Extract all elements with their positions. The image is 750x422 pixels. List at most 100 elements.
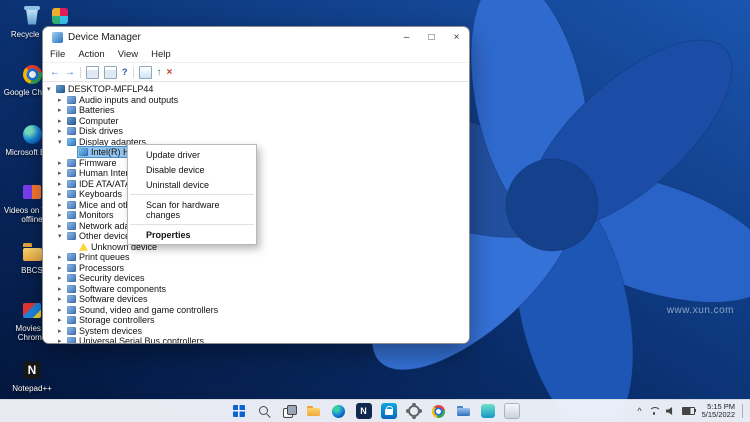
tree-item[interactable]: Universal Serial Bus controllers xyxy=(43,336,469,343)
back-button[interactable]: ← xyxy=(50,67,60,78)
menu-item[interactable]: View xyxy=(118,49,138,60)
tray-overflow-chevron[interactable]: ^ xyxy=(637,407,641,416)
menu-item[interactable]: Action xyxy=(78,49,104,60)
chevron-icon[interactable] xyxy=(58,96,66,104)
chevron-icon[interactable] xyxy=(58,264,66,272)
menu-item[interactable]: Help xyxy=(151,49,171,60)
desktop-icon[interactable]: Notepad++ xyxy=(0,358,64,393)
update-driver-button[interactable]: ↑ xyxy=(157,67,162,78)
show-desktop-button[interactable] xyxy=(742,404,745,418)
context-menu-item[interactable]: Update driver xyxy=(128,147,256,162)
settings[interactable] xyxy=(406,403,422,419)
watermark: www.xun.com xyxy=(666,305,734,316)
tree-item[interactable]: Storage controllers xyxy=(43,315,469,326)
microsoft-store[interactable] xyxy=(380,403,397,419)
window-titlebar[interactable]: Device Manager – □ × xyxy=(43,27,469,47)
chevron-icon[interactable] xyxy=(58,201,66,209)
chevron-icon[interactable] xyxy=(58,190,66,198)
chevron-icon[interactable] xyxy=(58,327,66,335)
minimize-button[interactable]: – xyxy=(394,27,419,47)
tree-item[interactable]: Security devices xyxy=(43,273,469,284)
context-menu-item[interactable]: Properties xyxy=(128,227,256,242)
device-category-icon xyxy=(67,253,76,262)
tree-item[interactable]: Print queues xyxy=(43,252,469,263)
scan-hardware-button[interactable] xyxy=(138,65,152,79)
wifi-icon[interactable] xyxy=(648,407,661,415)
context-menu-item[interactable] xyxy=(130,224,254,225)
clock[interactable]: 5:15 PM 5/15/2022 xyxy=(702,402,735,420)
tree-item[interactable]: Software components xyxy=(43,284,469,295)
start-button[interactable] xyxy=(231,403,247,419)
chevron-icon[interactable] xyxy=(58,253,66,261)
tree-item[interactable]: DESKTOP-MFFLP44 xyxy=(43,84,469,95)
chevron-icon[interactable] xyxy=(58,306,66,314)
tree-item[interactable]: Disk drives xyxy=(43,126,469,137)
desktop-icon-art xyxy=(20,62,44,86)
console-tree-button[interactable] xyxy=(86,65,99,79)
tree-item[interactable]: Audio inputs and outputs xyxy=(43,95,469,106)
forward-button[interactable]: → xyxy=(65,67,75,78)
device-category-icon xyxy=(67,200,76,209)
tree-item[interactable]: Processors xyxy=(43,263,469,274)
device-category-icon xyxy=(67,116,76,125)
device-manager-window: Device Manager – □ × File Action View He… xyxy=(42,26,470,344)
properties-toolbar-button[interactable] xyxy=(104,65,117,79)
chevron-icon[interactable] xyxy=(58,117,66,125)
chevron-icon[interactable] xyxy=(58,274,66,282)
tree-item-label: Storage controllers xyxy=(79,315,155,326)
device-category-icon xyxy=(67,169,76,178)
chevron-icon[interactable] xyxy=(58,285,66,293)
tree-item-label: Computer xyxy=(79,115,119,126)
chevron-icon[interactable] xyxy=(58,169,66,177)
tree-item[interactable]: Software devices xyxy=(43,294,469,305)
context-menu-item[interactable]: Scan for hardware changes xyxy=(128,197,256,222)
chevron-icon[interactable] xyxy=(58,159,66,167)
google-chrome[interactable] xyxy=(431,403,447,419)
file-explorer[interactable] xyxy=(306,403,322,419)
task-view-button[interactable] xyxy=(281,403,297,419)
chevron-icon[interactable] xyxy=(58,180,66,188)
chevron-icon[interactable] xyxy=(58,138,66,146)
maximize-button[interactable]: □ xyxy=(419,27,444,47)
chevron-icon[interactable] xyxy=(58,106,66,114)
device-category-icon xyxy=(67,284,76,293)
device-category-icon xyxy=(67,295,76,304)
tree-item[interactable]: System devices xyxy=(43,326,469,337)
tree-item[interactable]: Sound, video and game controllers xyxy=(43,305,469,316)
tree-item-label: Keyboards xyxy=(79,189,123,200)
context-menu-item[interactable] xyxy=(130,194,254,195)
uninstall-device-button[interactable]: × xyxy=(167,67,173,78)
context-menu-item[interactable]: Uninstall device xyxy=(128,177,256,192)
pinned-app-gray[interactable] xyxy=(503,403,520,419)
battery-icon[interactable] xyxy=(681,407,697,415)
menu-item[interactable]: File xyxy=(50,49,65,60)
volume-icon[interactable] xyxy=(665,407,673,415)
tree-item-label: Software devices xyxy=(79,294,148,305)
context-menu-item[interactable]: Disable device xyxy=(128,162,256,177)
chevron-icon[interactable] xyxy=(58,222,66,230)
chevron-icon[interactable] xyxy=(58,127,66,135)
chevron-icon[interactable] xyxy=(58,232,66,240)
desktop-icon-art xyxy=(48,4,72,28)
desktop-icon-label: BBCS xyxy=(21,266,43,275)
notepad[interactable]: N xyxy=(355,403,372,419)
chevron-icon[interactable] xyxy=(58,316,66,324)
chevron-icon[interactable] xyxy=(58,211,66,219)
chevron-icon[interactable] xyxy=(47,85,55,93)
toolbar-separator[interactable] xyxy=(80,66,81,78)
search-button[interactable] xyxy=(256,403,272,419)
device-category-icon xyxy=(67,337,76,343)
toolbar-separator[interactable] xyxy=(132,66,134,78)
help-button[interactable]: ? xyxy=(122,67,128,77)
pinned-folder[interactable] xyxy=(456,403,472,419)
chevron-icon[interactable] xyxy=(58,295,66,303)
microsoft-edge[interactable] xyxy=(331,403,347,419)
device-category-icon xyxy=(67,326,76,335)
close-button[interactable]: × xyxy=(444,27,469,47)
device-category-icon xyxy=(67,316,76,325)
tree-item[interactable]: Computer xyxy=(43,116,469,127)
chevron-icon[interactable] xyxy=(58,337,66,343)
device-category-icon xyxy=(67,211,76,220)
pinned-app-teal[interactable] xyxy=(480,404,495,418)
tree-item[interactable]: Batteries xyxy=(43,105,469,116)
